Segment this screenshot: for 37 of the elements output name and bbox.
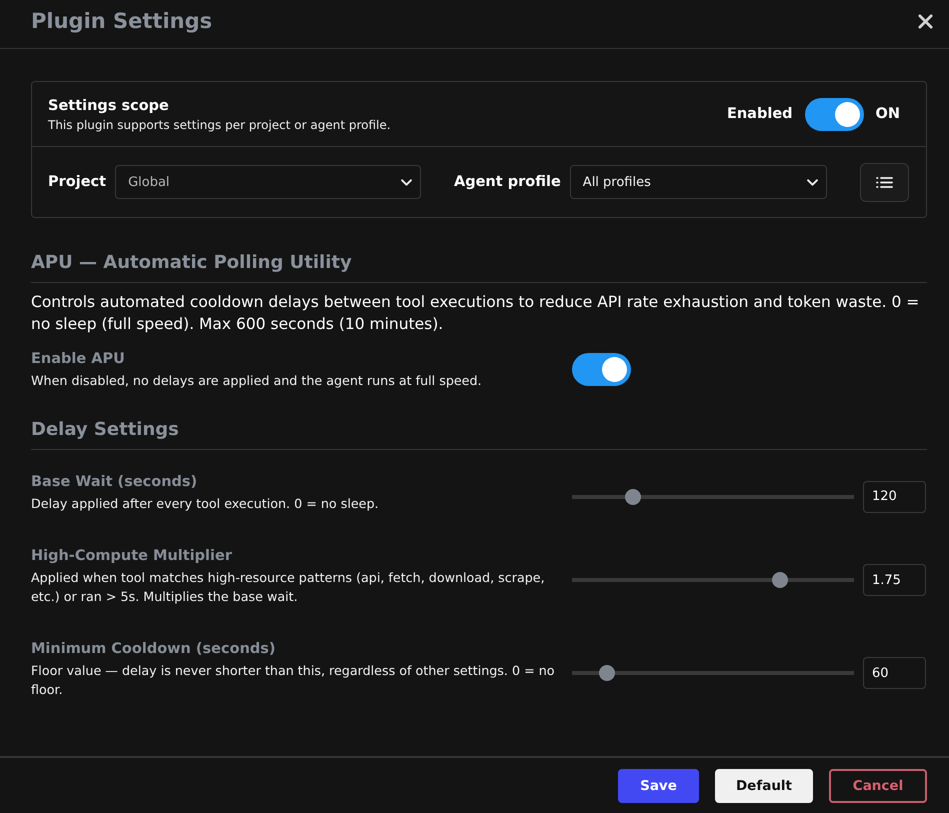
danger-button[interactable]: Cancel <box>829 769 927 803</box>
agent-profile-select[interactable]: All profiles <box>570 165 827 199</box>
enabled-toggle[interactable] <box>804 98 864 130</box>
slider-thumb[interactable] <box>772 572 788 588</box>
number-field[interactable]: 1.75 <box>863 564 926 596</box>
chevron-down-icon <box>807 178 818 186</box>
section-heading: APU — Automatic Polling Utility <box>31 251 927 283</box>
number-field[interactable]: 60 <box>863 657 926 689</box>
setting-description: Floor value — delay is never shorter than this, regardless of other settings. 0 = no floor. <box>31 662 556 699</box>
toggle-state-text: ON <box>876 106 900 122</box>
number-field[interactable]: 120 <box>863 480 926 512</box>
card-description: This plugin supports settings per project or agent profile. <box>48 116 391 132</box>
dialog-title: Plugin Settings <box>31 9 212 33</box>
field-label: Agent profile <box>454 174 561 190</box>
field-label: Project <box>48 174 106 190</box>
list-button[interactable] <box>860 162 909 202</box>
list-icon <box>876 176 893 188</box>
close-button[interactable] <box>918 14 933 28</box>
setting-description: When disabled, no delays are applied and the agent runs at full speed. <box>31 372 483 390</box>
toggle-label: Enabled <box>726 106 793 122</box>
setting-label: Enable APU <box>31 350 126 369</box>
enable-apu-toggle[interactable] <box>572 353 631 386</box>
project-select[interactable]: Global <box>115 165 421 199</box>
card-title: Settings scope <box>48 96 170 116</box>
chevron-down-icon <box>401 178 412 186</box>
secondary-button[interactable]: Default <box>715 769 813 803</box>
setting-description: Applied when tool matches high-resource patterns (api, fetch, download, scrape, etc.) or ran > 5s. Multiplies the base wait. <box>31 569 546 606</box>
section-description: Controls automated cooldown delays between tool executions to reduce API rate exhaustion and token waste. 0 = no sleep (full speed). Max 600 seconds (10 minutes). <box>31 292 920 335</box>
setting-description: Delay applied after every tool execution. 0 = no sleep. <box>31 495 380 513</box>
slider-thumb[interactable] <box>598 665 615 681</box>
setting-label: Base Wait (seconds) <box>31 473 198 492</box>
section-heading: Delay Settings <box>31 418 927 450</box>
setting-label: Minimum Cooldown (seconds) <box>31 640 277 659</box>
primary-button[interactable]: Save <box>618 769 699 803</box>
close-icon <box>918 14 933 28</box>
slider-thumb[interactable] <box>625 488 642 504</box>
setting-label: High-Compute Multiplier <box>31 547 233 566</box>
